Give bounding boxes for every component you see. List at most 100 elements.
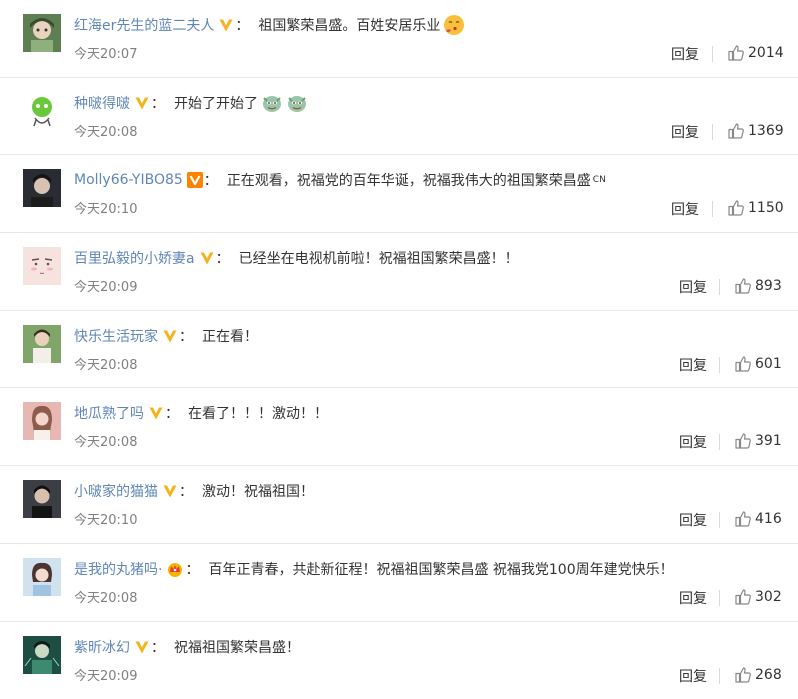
comment-line: 是我的丸猪吗· ： 百年正青春，共赴新征程！祝福祖国繁荣昌盛 祝福我党100周年建党… xyxy=(74,557,788,581)
like-button[interactable]: 391 xyxy=(734,432,782,450)
colon: ： xyxy=(151,93,165,113)
vip-gold-v-icon[interactable] xyxy=(218,17,234,33)
comment-text: 已经坐在电视机前啦！祝福祖国繁荣昌盛！！ xyxy=(239,248,519,268)
comment-text: 激动！祝福祖国！ xyxy=(202,481,314,501)
reply-button[interactable]: 回复 xyxy=(679,588,707,608)
reply-button[interactable]: 回复 xyxy=(671,199,699,219)
username-link[interactable]: 是我的丸猪吗· xyxy=(74,559,162,579)
reply-button[interactable]: 回复 xyxy=(671,122,699,142)
action-divider xyxy=(719,434,720,450)
avatar[interactable] xyxy=(23,558,61,596)
thumbs-up-icon xyxy=(727,44,748,62)
vip-gold-v-icon[interactable] xyxy=(134,95,150,111)
vip-gold-v-icon[interactable] xyxy=(199,250,215,266)
username-link[interactable]: 紫昕冰幻 xyxy=(74,637,130,657)
vip-gold-v-icon[interactable] xyxy=(162,328,178,344)
like-count: 302 xyxy=(755,589,782,605)
comment-line: 百里弘毅的小娇妻a：已经坐在电视机前啦！祝福祖国繁荣昌盛！！ xyxy=(74,246,788,270)
reply-button[interactable]: 回复 xyxy=(671,44,699,64)
action-divider xyxy=(712,201,713,217)
avatar[interactable] xyxy=(23,92,61,130)
reply-button[interactable]: 回复 xyxy=(679,432,707,452)
comment-text: 开始了开始了 xyxy=(174,93,258,113)
thumbs-up-icon xyxy=(734,666,755,684)
like-button[interactable]: 1150 xyxy=(727,199,784,217)
like-count: 391 xyxy=(755,433,782,449)
like-button[interactable]: 893 xyxy=(734,277,782,295)
avatar[interactable] xyxy=(23,14,61,52)
like-count: 1369 xyxy=(748,123,784,139)
like-count: 416 xyxy=(755,511,782,527)
comment-time: 今天20:08 xyxy=(74,587,137,606)
like-button[interactable]: 268 xyxy=(734,666,782,684)
comment-line: 紫昕冰幻：祝福祖国繁荣昌盛！ xyxy=(74,635,788,659)
comment-item: 是我的丸猪吗· ： 百年正青春，共赴新征程！祝福祖国繁荣昌盛 祝福我党100周年建党… xyxy=(0,544,798,622)
comment-text: 百年正青春，共赴新征程！祝福祖国繁荣昌盛 祝福我党100周年建党快乐！ xyxy=(208,559,673,579)
thumbs-up-icon xyxy=(727,199,748,217)
like-count: 893 xyxy=(755,278,782,294)
action-divider xyxy=(712,46,713,62)
comment-text: 正在观看，祝福党的百年华诞，祝福我伟大的祖国繁荣昌盛 xyxy=(227,170,591,190)
comment-line: 快乐生活玩家：正在看！ xyxy=(74,324,788,348)
avatar[interactable] xyxy=(23,636,61,674)
like-button[interactable]: 416 xyxy=(734,510,782,528)
reply-button[interactable]: 回复 xyxy=(679,277,707,297)
vip-gold-v-icon[interactable] xyxy=(148,405,164,421)
avatar[interactable] xyxy=(23,480,61,518)
username-link[interactable]: 种啵得啵 xyxy=(74,93,130,113)
colon: ： xyxy=(204,170,218,190)
colon: ： xyxy=(185,559,199,579)
thumbs-up-icon xyxy=(734,277,755,295)
comment-time: 今天20:07 xyxy=(74,43,137,62)
like-count: 2014 xyxy=(748,45,784,61)
reply-button[interactable]: 回复 xyxy=(679,355,707,375)
username-link[interactable]: 小啵家的猫猫 xyxy=(74,481,158,501)
colon: ： xyxy=(235,15,249,35)
thumbs-up-icon xyxy=(727,122,748,140)
like-button[interactable]: 601 xyxy=(734,355,782,373)
comment-item: 种啵得啵 ： 开始了开始了今天20:08 回复 1369 xyxy=(0,78,798,156)
comment-list: 红海er先生的蓝二夫人 ： 祖国繁荣昌盛。百姓安居乐业今天20:07 回复 2014 种啵… xyxy=(0,0,798,699)
comment-time: 今天20:09 xyxy=(74,276,137,295)
vip-gold-v-icon[interactable] xyxy=(134,639,150,655)
comment-item: 百里弘毅的小娇妻a：已经坐在电视机前啦！祝福祖国繁荣昌盛！！ 今天20:09 回复 8… xyxy=(0,233,798,311)
colon: ： xyxy=(165,403,179,423)
crown-badge-icon[interactable] xyxy=(166,561,184,577)
vip-orange-v-icon[interactable] xyxy=(187,172,203,188)
colon: ： xyxy=(179,326,193,346)
like-button[interactable]: 302 xyxy=(734,588,782,606)
reply-button[interactable]: 回复 xyxy=(679,666,707,686)
comment-line: 种啵得啵 ： 开始了开始了 xyxy=(74,91,788,115)
avatar[interactable] xyxy=(23,325,61,363)
thumbs-up-icon xyxy=(734,432,755,450)
avatar[interactable] xyxy=(23,402,61,440)
action-divider xyxy=(719,279,720,295)
comment-text: 祖国繁荣昌盛。百姓安居乐业 xyxy=(258,15,440,35)
username-link[interactable]: 快乐生活玩家 xyxy=(74,326,158,346)
like-count: 601 xyxy=(755,356,782,372)
username-link[interactable]: 地瓜熟了吗 xyxy=(74,403,144,423)
comment-text: 在看了！！！激动！！ xyxy=(188,403,328,423)
like-button[interactable]: 1369 xyxy=(727,122,784,140)
like-button[interactable]: 2014 xyxy=(727,44,784,62)
comment-item: 地瓜熟了吗：在看了！！！激动！！今天20:08回复391 xyxy=(0,388,798,466)
comment-item: 快乐生活玩家：正在看！今天20:08回复601 xyxy=(0,311,798,389)
doge-emoji-icon xyxy=(261,92,283,114)
comment-time: 今天20:09 xyxy=(74,665,137,684)
reply-button[interactable]: 回复 xyxy=(679,510,707,530)
avatar[interactable] xyxy=(23,247,61,285)
username-link[interactable]: Molly66-YIBO85 xyxy=(74,172,183,188)
vip-gold-v-icon[interactable] xyxy=(162,483,178,499)
username-link[interactable]: 百里弘毅的小娇妻a xyxy=(74,248,195,268)
action-divider xyxy=(719,668,720,684)
comment-item: Molly66-YIBO85 ： 正在观看，祝福党的百年华诞，祝福我伟大的祖国繁荣昌… xyxy=(0,155,798,233)
comment-line: 小啵家的猫猫：激动！祝福祖国！ xyxy=(74,479,788,503)
comment-time: 今天20:10 xyxy=(74,509,137,528)
avatar[interactable] xyxy=(23,169,61,207)
action-divider xyxy=(719,512,720,528)
comment-time: 今天20:08 xyxy=(74,121,137,140)
cn-suffix: CN xyxy=(593,175,606,185)
like-count: 268 xyxy=(755,667,782,683)
doge-emoji-icon xyxy=(286,92,308,114)
username-link[interactable]: 红海er先生的蓝二夫人 xyxy=(74,15,214,35)
